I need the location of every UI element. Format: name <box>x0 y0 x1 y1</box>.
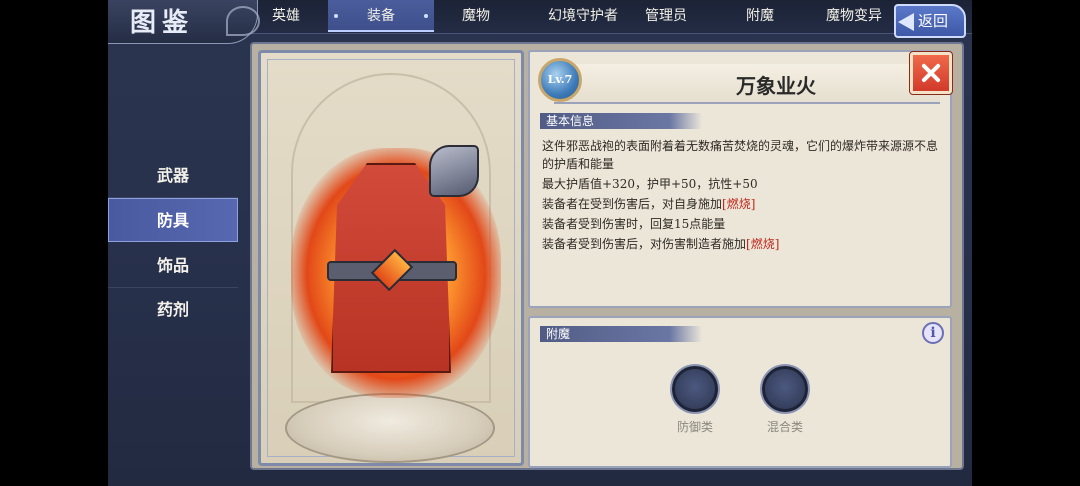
enchant-slot-defense-label: 防御类 <box>676 420 713 434</box>
title-plate: 图鉴 <box>108 0 260 44</box>
effect-1: 装备者在受到伤害后，对自身施加[燃烧] <box>542 195 946 213</box>
basic-info-tag: 基本信息 <box>540 113 702 129</box>
ornament-icon <box>226 6 260 36</box>
tab-heroes[interactable]: 英雄 <box>260 0 312 32</box>
enchant-slot-defense[interactable] <box>672 366 718 412</box>
burn-tag[interactable]: [燃烧] <box>722 197 755 211</box>
back-button[interactable]: 返回 <box>894 4 966 38</box>
tab-monster-mutation[interactable]: 魔物变异 <box>820 0 888 32</box>
effect-3: 装备者受到伤害后，对伤害制造者施加[燃烧] <box>542 235 946 253</box>
tab-enchant[interactable]: 附魔 <box>732 0 788 32</box>
effect-1-text: 装备者在受到伤害后，对自身施加 <box>542 197 723 211</box>
back-button-label: 返回 <box>918 12 949 30</box>
back-arrow-icon <box>898 13 914 31</box>
pedestal <box>285 393 495 463</box>
category-armor[interactable]: 防具 <box>108 198 238 242</box>
right-letterbox <box>972 0 1080 486</box>
level-text: Lv.7 <box>547 73 573 86</box>
tab-managers[interactable]: 管理员 <box>636 0 696 32</box>
item-stats: 最大护盾值+320，护甲+50，抗性+50 <box>542 177 758 191</box>
enchant-slot-hybrid-label: 混合类 <box>766 420 803 434</box>
item-description: 这件邪恶战袍的表面附着着无数痛苦焚烧的灵魂，它们的爆炸带来源源不息的护盾和能量 <box>542 139 939 171</box>
tab-monsters[interactable]: 魔物 <box>450 0 502 32</box>
effect-2: 装备者受到伤害时，回复15点能量 <box>542 217 726 231</box>
tab-dot-icon <box>334 14 338 18</box>
info-icon[interactable]: i <box>922 322 944 344</box>
game-screen: 图鉴 英雄 装备 魔物 幻境守护者 管理员 附魔 魔物变异 返回 武器 防具 饰… <box>108 0 972 486</box>
left-letterbox <box>0 0 108 486</box>
burn-tag[interactable]: [燃烧] <box>746 237 779 251</box>
enchant-tag: 附魔 <box>540 326 702 342</box>
tab-dot-icon <box>424 14 428 18</box>
enchant-slot-hybrid[interactable] <box>762 366 808 412</box>
effect-3-text: 装备者受到伤害后，对伤害制造者施加 <box>542 237 747 251</box>
level-badge: Lv.7 <box>538 58 582 102</box>
item-art-card <box>258 50 524 466</box>
tab-equipment[interactable]: 装备 <box>328 0 434 32</box>
category-accessories[interactable]: 饰品 <box>108 244 238 288</box>
tab-realm-guardians[interactable]: 幻境守护者 <box>528 0 638 32</box>
shoulder-guard <box>429 145 479 197</box>
category-weapons[interactable]: 武器 <box>108 154 238 198</box>
page-title: 图鉴 <box>130 8 195 38</box>
item-name: 万象业火 <box>736 74 816 98</box>
category-potions[interactable]: 药剂 <box>108 288 238 332</box>
tab-equipment-label: 装备 <box>367 8 395 24</box>
close-button[interactable] <box>909 51 953 95</box>
